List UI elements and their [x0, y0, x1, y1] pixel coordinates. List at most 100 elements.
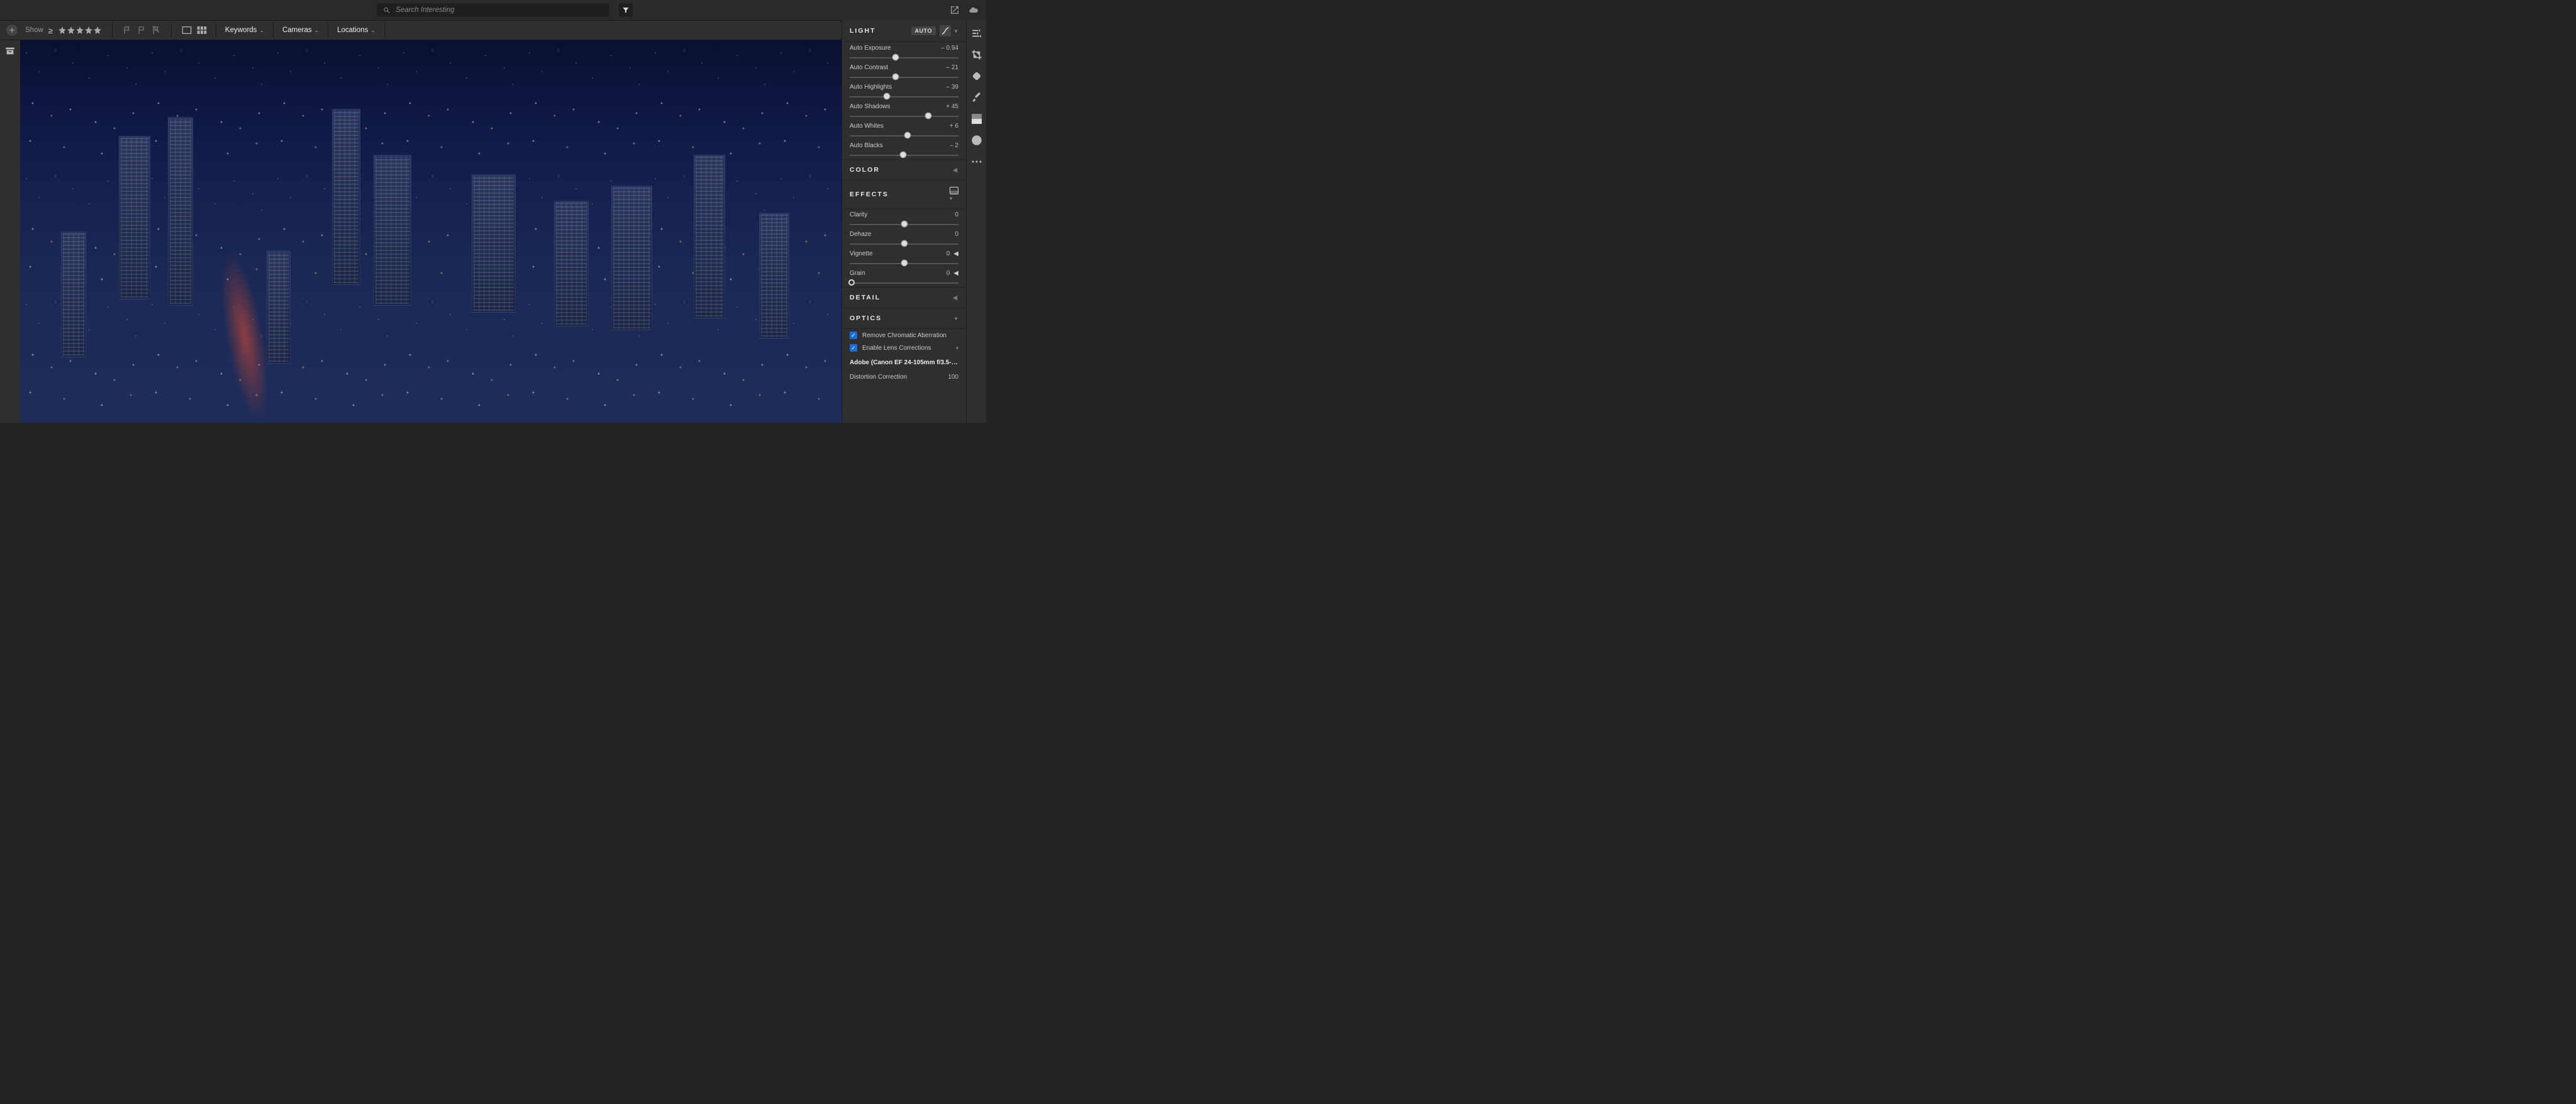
search-icon	[383, 6, 391, 14]
healing-tool[interactable]	[971, 70, 982, 82]
star-icon[interactable]	[58, 26, 67, 35]
slider-value: + 45	[946, 103, 958, 110]
expand-icon[interactable]: ◀	[953, 250, 958, 257]
star-icon[interactable]	[75, 26, 84, 35]
slider-value: 0	[955, 231, 958, 238]
slider-track[interactable]	[850, 131, 958, 140]
slider-knob[interactable]	[892, 74, 899, 81]
expand-icon[interactable]: ◀	[953, 270, 958, 277]
slider-knob[interactable]	[848, 279, 855, 286]
archive-icon[interactable]	[5, 47, 15, 55]
chevron-down-icon[interactable]: ▾	[955, 28, 958, 34]
effects-slider-row: Vignette 0◀	[842, 248, 966, 267]
light-slider-row: Auto Whites + 6	[842, 120, 966, 140]
effects-slider-row: Dehaze 0	[842, 228, 966, 248]
linear-gradient-tool[interactable]	[971, 113, 982, 125]
grid-view-icon[interactable]	[197, 26, 207, 35]
slider-track[interactable]	[850, 278, 958, 287]
slider-track[interactable]	[850, 92, 958, 101]
slider-knob[interactable]	[901, 221, 908, 228]
flag-pick-icon[interactable]	[123, 26, 132, 35]
top-bar	[0, 0, 986, 20]
enable-lens-label: Enable Lens Corrections	[862, 345, 931, 352]
flag-unflagged-icon[interactable]	[137, 26, 147, 35]
search-input[interactable]	[396, 6, 603, 14]
radial-gradient-tool[interactable]	[971, 135, 982, 146]
single-view-icon[interactable]	[182, 26, 192, 35]
star-icon[interactable]	[67, 26, 75, 35]
remove-ca-label: Remove Chromatic Aberration	[862, 332, 947, 339]
light-slider-row: Auto Shadows + 45	[842, 101, 966, 120]
locations-dropdown[interactable]: Locations⌄	[337, 26, 375, 34]
crop-tool[interactable]	[971, 49, 982, 60]
slider-knob[interactable]	[901, 260, 908, 267]
chevron-down-icon[interactable]: ▾	[956, 345, 958, 351]
slider-label: Dehaze	[850, 231, 871, 238]
slider-value: – 21	[947, 64, 958, 71]
checkbox-checked-icon[interactable]: ✓	[850, 332, 857, 339]
tone-curve-button[interactable]	[940, 25, 951, 36]
slider-knob[interactable]	[892, 54, 899, 61]
star-icon[interactable]	[84, 26, 93, 35]
slider-label: Auto Blacks	[850, 142, 883, 149]
auto-button[interactable]: AUTO	[911, 26, 936, 35]
checkbox-checked-icon[interactable]: ✓	[850, 344, 857, 352]
cameras-label: Cameras	[282, 26, 312, 34]
distortion-value: 100	[948, 374, 958, 381]
edit-sliders-tool[interactable]	[971, 28, 982, 39]
search-field[interactable]	[377, 3, 609, 17]
flag-reject-icon[interactable]	[152, 26, 161, 35]
optics-section-header[interactable]: OPTICS ▾	[842, 308, 966, 329]
brush-tool[interactable]	[971, 92, 982, 103]
keywords-dropdown[interactable]: Keywords⌄	[225, 26, 264, 34]
tool-strip	[966, 20, 986, 423]
slider-track[interactable]	[850, 53, 958, 62]
slider-knob[interactable]	[924, 113, 931, 120]
split-tone-icon[interactable]	[950, 187, 958, 194]
remove-ca-row[interactable]: ✓ Remove Chromatic Aberration	[842, 329, 966, 342]
slider-label: Auto Highlights	[850, 84, 892, 91]
slider-label: Auto Whites	[850, 123, 884, 130]
more-tool[interactable]	[971, 156, 982, 167]
slider-value: + 6	[950, 123, 958, 130]
slider-track[interactable]	[850, 150, 958, 159]
slider-track[interactable]	[850, 220, 958, 228]
slider-knob[interactable]	[883, 93, 890, 100]
slider-track[interactable]	[850, 72, 958, 81]
slider-knob[interactable]	[899, 152, 906, 159]
slider-track[interactable]	[850, 259, 958, 267]
effects-section-header[interactable]: EFFECTS ▾	[842, 180, 966, 209]
distortion-row: Distortion Correction 100	[842, 371, 966, 381]
slider-value: 0	[955, 211, 958, 218]
light-slider-row: Auto Highlights– 39	[842, 81, 966, 101]
slider-label: Vignette	[850, 250, 873, 257]
star-icon[interactable]	[93, 26, 102, 35]
light-slider-row: Auto Exposure– 0.94	[842, 42, 966, 62]
filter-button[interactable]	[619, 3, 633, 17]
locations-label: Locations	[337, 26, 368, 34]
color-title: COLOR	[850, 166, 880, 174]
distortion-label: Distortion Correction	[850, 374, 907, 381]
star-rating-filter[interactable]	[58, 26, 102, 35]
separator	[384, 23, 385, 38]
cameras-dropdown[interactable]: Cameras⌄	[282, 26, 319, 34]
add-button[interactable]	[6, 25, 18, 36]
light-section-header[interactable]: LIGHT AUTO ▾	[842, 20, 966, 42]
slider-knob[interactable]	[904, 132, 911, 139]
cloud-icon[interactable]	[969, 5, 979, 15]
enable-lens-row[interactable]: ✓ Enable Lens Corrections ▾	[842, 342, 966, 354]
left-rail	[0, 40, 20, 423]
funnel-icon	[622, 6, 630, 14]
slider-label: Auto Exposure	[850, 45, 891, 52]
slider-label: Auto Shadows	[850, 103, 891, 110]
lens-profile[interactable]: Adobe (Canon EF 24-105mm f/3.5-5.…	[842, 354, 966, 371]
color-section-header[interactable]: COLOR ◀	[842, 159, 966, 180]
slider-value: 0	[947, 250, 950, 257]
detail-section-header[interactable]: DETAIL ◀	[842, 287, 966, 308]
gte-symbol[interactable]: ≥	[48, 26, 53, 35]
slider-knob[interactable]	[901, 240, 908, 247]
share-icon[interactable]	[950, 5, 960, 15]
slider-track[interactable]	[850, 111, 958, 120]
image-viewport[interactable]	[20, 40, 841, 423]
slider-track[interactable]	[850, 239, 958, 248]
